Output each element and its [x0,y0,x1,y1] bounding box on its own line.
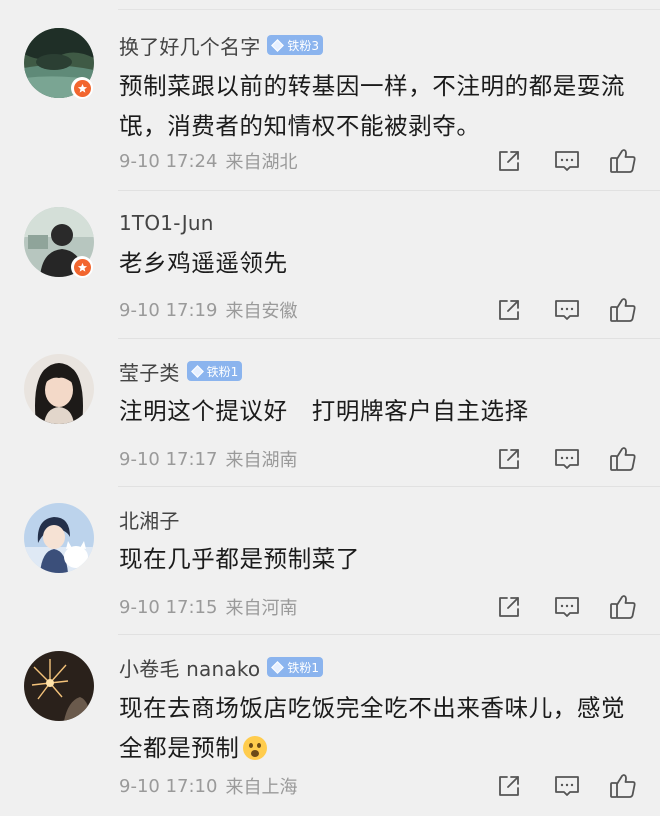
fan-badge: 铁粉1 [267,657,323,677]
comment-meta: 9-10 17:10 来自上海 [119,772,297,800]
comment-item: 1TO1-Jun 老乡鸡遥遥领先 9-10 17:19 来自安徽 [0,190,660,338]
comment-item: 莹子类 铁粉1 注明这个提议好 打明牌客户自主选择 9-10 17:17 来自湖… [0,338,660,486]
comment-text: 注明这个提议好 打明牌客户自主选择 [119,397,529,425]
like-button[interactable] [608,146,638,176]
comment-text-content: 现在去商场饭店吃饭完全吃不出来香味儿，感觉全都是预制 [119,694,626,762]
comment-location: 来自湖北 [225,152,298,173]
diamond-icon [190,364,204,378]
comment-actions [494,146,640,176]
username[interactable]: 莹子类 [119,357,180,386]
comment-meta: 9-10 17:17 来自湖南 [119,445,297,473]
like-icon [610,595,636,619]
comment-text: 预制菜跟以前的转基因一样，不注明的都是耍流氓，消费者的知情权不能被剥夺。 [119,72,626,140]
comment-actions [494,444,640,474]
comment-time: 9-10 17:24 [119,150,218,172]
share-icon [499,300,519,320]
diamond-icon [271,38,285,52]
share-button[interactable] [494,592,524,622]
comment-meta: 9-10 17:15 来自河南 [119,593,297,621]
comment-location: 来自河南 [225,598,298,619]
fan-badge-label: 铁粉1 [287,660,319,675]
comment-meta: 9-10 17:24 来自湖北 [119,147,297,175]
like-button[interactable] [608,295,638,325]
share-icon [499,151,519,171]
comment-icon [555,597,579,617]
fan-badge: 铁粉1 [186,361,243,381]
like-icon [610,298,636,322]
comment-text: 老乡鸡遥遥领先 [119,249,288,277]
like-button[interactable] [608,592,638,622]
verified-badge-icon [71,77,93,99]
avatar[interactable] [24,651,94,721]
fan-badge: 铁粉3 [267,35,324,55]
avatar[interactable] [24,503,94,573]
fan-badge-label: 铁粉1 [206,364,239,379]
comment-location: 来自上海 [225,777,298,798]
username[interactable]: 北湘子 [119,505,180,534]
comment-actions [494,771,640,801]
avatar[interactable] [24,354,94,424]
verified-badge-icon [71,256,93,278]
comment-button[interactable] [552,771,582,801]
username[interactable]: 换了好几个名字 [119,31,260,60]
comment-icon [555,449,579,469]
share-button[interactable] [494,295,524,325]
comment-item: 小卷毛 nanako 铁粉1 现在去商场饭店吃饭完全吃不出来香味儿，感觉全都是预… [0,634,660,816]
astonished-emoji-icon [242,736,267,760]
comment-item: 换了好几个名字 铁粉3 预制菜跟以前的转基因一样，不注明的都是耍流氓，消费者的知… [0,0,660,190]
diamond-icon [271,660,285,674]
comment-actions [494,592,640,622]
like-button[interactable] [608,444,638,474]
comment-icon [555,151,579,171]
share-button[interactable] [494,771,524,801]
comment-icon [555,300,579,320]
share-button[interactable] [494,146,524,176]
share-button[interactable] [494,444,524,474]
username[interactable]: 1TO1-Jun [119,211,214,235]
like-button[interactable] [608,771,638,801]
username[interactable]: 小卷毛 nanako [119,653,260,682]
share-icon [499,597,519,617]
comment-time: 9-10 17:19 [119,299,218,321]
fan-badge-label: 铁粉3 [287,38,320,53]
comment-time: 9-10 17:15 [119,596,218,618]
comment-text: 现在几乎都是预制菜了 [119,545,360,573]
comment-button[interactable] [552,592,582,622]
comment-location: 来自湖南 [225,450,298,471]
like-icon [610,774,636,798]
comment-location: 来自安徽 [225,301,298,322]
like-icon [610,447,636,471]
comment-item: 北湘子 现在几乎都是预制菜了 9-10 17:15 来自河南 [0,486,660,634]
comment-time: 9-10 17:10 [119,775,218,797]
comment-button[interactable] [552,295,582,325]
comment-button[interactable] [552,146,582,176]
comment-actions [494,295,640,325]
like-icon [610,149,636,173]
comment-text: 现在去商场饭店吃饭完全吃不出来香味儿，感觉全都是预制 [119,688,639,768]
share-icon [499,776,519,796]
comment-icon [555,776,579,796]
share-icon [499,449,519,469]
comment-meta: 9-10 17:19 来自安徽 [119,296,297,324]
comment-time: 9-10 17:17 [119,448,218,470]
comment-button[interactable] [552,444,582,474]
